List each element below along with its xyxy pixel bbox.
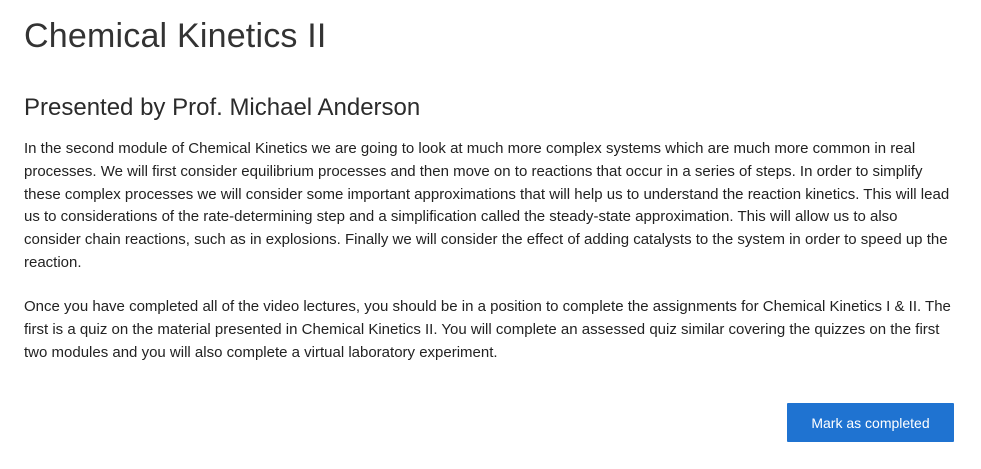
- presenter-heading: Presented by Prof. Michael Anderson: [24, 94, 421, 121]
- mark-as-completed-button[interactable]: Mark as completed: [787, 403, 954, 442]
- lesson-page: Chemical Kinetics II Presented by Prof. …: [0, 0, 981, 469]
- page-title: Chemical Kinetics II: [24, 17, 327, 55]
- description-paragraph-2: Once you have completed all of the video…: [24, 298, 951, 361]
- description-paragraph-1: In the second module of Chemical Kinetic…: [24, 140, 950, 271]
